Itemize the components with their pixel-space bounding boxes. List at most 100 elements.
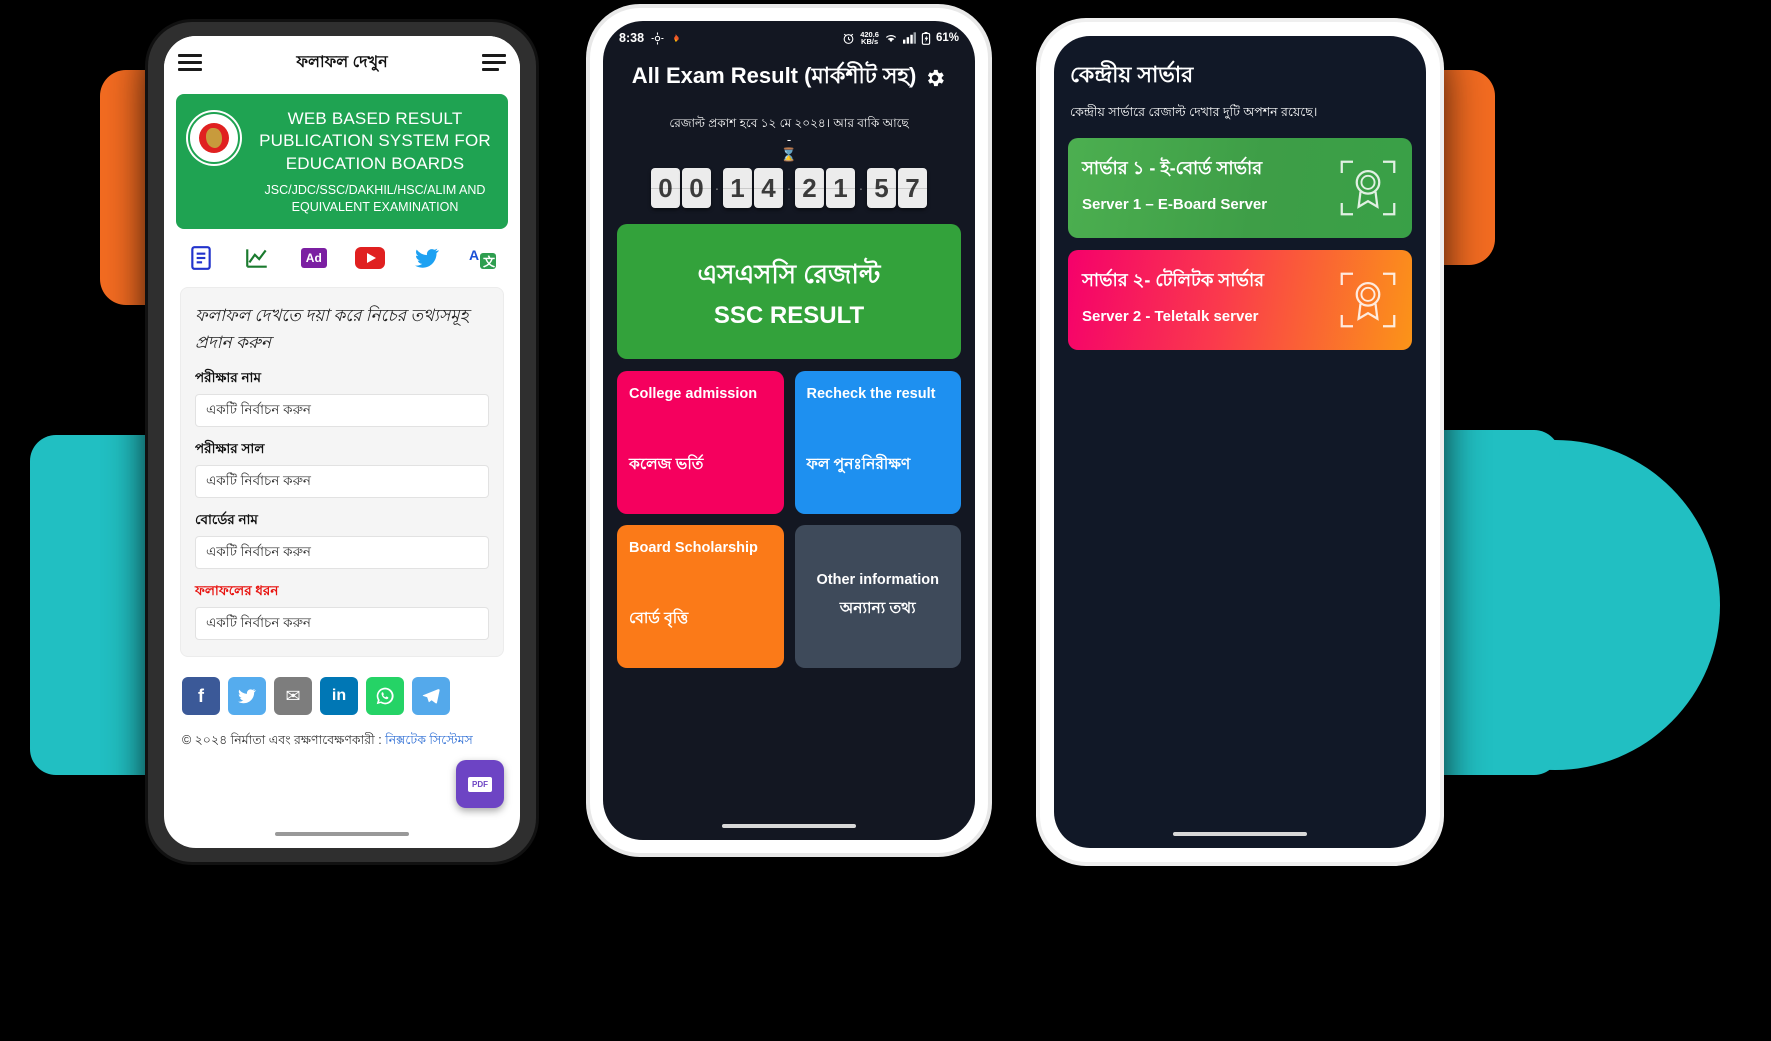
hamburger-menu-icon[interactable] (178, 53, 202, 71)
field-label: পরীক্ষার নাম (195, 370, 261, 386)
phone3-title: কেন্দ্রীয় সার্ভার (1070, 62, 1194, 87)
ad-icon[interactable]: Ad (299, 243, 329, 273)
hourglass-icon: ⌛ (780, 147, 798, 162)
gear-icon[interactable] (924, 67, 946, 89)
svg-text:文: 文 (483, 254, 496, 269)
tile-label-bn: কলেজ ভর্তি (629, 456, 704, 473)
youtube-icon[interactable] (355, 243, 386, 273)
countdown-digit: 7 (898, 168, 927, 208)
status-time: 8:38 (619, 31, 645, 45)
home-indicator (275, 832, 409, 836)
page-title: ফলাফল দেখুন (296, 53, 388, 71)
countdown-separator: · (714, 180, 720, 196)
social-share-row: f ✉ in (164, 657, 520, 716)
central-server-header: কেন্দ্রীয় সার্ভার কেন্দ্রীয় সার্ভারে র… (1054, 36, 1426, 124)
countdown-digit: 5 (867, 168, 896, 208)
form-field-board-name: বোর্ডের নাম একটি নির্বাচন করুন (195, 509, 489, 570)
telegram-share-button[interactable] (412, 677, 450, 716)
ad-icon-label: Ad (300, 247, 327, 268)
home-indicator (722, 824, 856, 828)
android-settings-icon (651, 32, 664, 44)
countdown-flip-clock: 0 0 · 1 4 · 2 1 · 5 7 (603, 163, 975, 208)
tile-label-bn: বোর্ড বৃত্তি (629, 610, 689, 627)
phone-1-screen: ফলাফল দেখুন WEB BASED RESULT PUBLICATION… (164, 36, 520, 848)
result-system-banner: WEB BASED RESULT PUBLICATION SYSTEM FOR … (176, 94, 508, 229)
battery-percent: 61% (935, 32, 959, 44)
countdown-digit: 4 (754, 168, 783, 208)
facebook-share-button[interactable]: f (182, 677, 220, 716)
tile-label-bn: অন্যান্য তথ্য (839, 599, 916, 617)
server-card-eboard[interactable]: সার্ভার ১ - ই-বোর্ড সার্ভার Server 1 – E… (1068, 138, 1412, 238)
phone-3-screen: কেন্দ্রীয় সার্ভার কেন্দ্রীয় সার্ভারে র… (1054, 36, 1426, 848)
award-badge-icon (1338, 270, 1398, 330)
hamburger-menu-right-icon[interactable] (482, 53, 506, 71)
ssc-result-en: SSC RESULT (713, 301, 865, 329)
phone2-app-title-row: All Exam Result (মার্কশীট সহ) (603, 51, 975, 96)
bangladesh-govt-emblem-icon (186, 110, 242, 166)
network-speed-indicator: 420.6 KB/s (860, 30, 879, 46)
countdown-digit: 1 (723, 168, 752, 208)
ssc-result-bn: এসএসসি রেজাল্ট (697, 258, 881, 289)
alarm-clock-icon (843, 33, 854, 44)
home-indicator (1173, 832, 1307, 836)
hero-section: এসএসসি রেজাল্ট SSC RESULT (603, 208, 975, 359)
countdown-digit: 2 (795, 168, 824, 208)
svg-text:A: A (469, 247, 479, 263)
server-options-list: সার্ভার ১ - ই-বোর্ড সার্ভার Server 1 – E… (1054, 124, 1426, 350)
ssc-result-button[interactable]: এসএসসি রেজাল্ট SSC RESULT (617, 224, 961, 359)
tile-recheck-result[interactable]: Recheck the result ফল পুনঃনিরীক্ষণ (794, 371, 961, 514)
countdown-notice: রেজাল্ট প্রকাশ হবে ১২ মে ২০২৪। আর বাকি আ… (669, 116, 909, 130)
result-form-card: ফলাফল দেখতে দয়া করে নিচের তথ্যসমূহ প্রদ… (180, 286, 504, 658)
countdown-digit: 1 (826, 168, 855, 208)
whatsapp-share-button[interactable] (366, 677, 404, 716)
form-lead-text: ফলাফল দেখতে দয়া করে নিচের তথ্যসমূহ প্রদ… (195, 305, 469, 352)
phone3-subtitle: কেন্দ্রীয় সার্ভারে রেজাল্ট দেখার দুটি অ… (1070, 105, 1318, 119)
pdf-label: PDF (468, 776, 492, 792)
form-field-exam-year: পরীক্ষার সাল একটি নির্বাচন করুন (195, 438, 489, 499)
email-share-button[interactable]: ✉ (274, 677, 312, 716)
battery-icon (921, 31, 931, 45)
tile-label-en: Board Scholarship (629, 540, 758, 556)
status-bar: 8:38 420.6 KB/s 61% (603, 21, 975, 51)
form-field-exam-name: পরীক্ষার নাম একটি নির্বাচন করুন (195, 367, 489, 428)
option-tiles-grid: College admission কলেজ ভর্তি Recheck the… (603, 359, 975, 668)
board-name-select[interactable]: একটি নির্বাচন করুন (195, 536, 489, 570)
pdf-download-button[interactable]: PDF (456, 760, 504, 808)
banner-subtitle: JSC/JDC/SSC/DAKHIL/HSC/ALIM AND EQUIVALE… (264, 183, 486, 214)
tile-label-en: Recheck the result (806, 386, 936, 402)
tile-label-en: Other information (816, 572, 939, 589)
countdown-digit: 0 (651, 168, 680, 208)
phone-2-frame: 8:38 420.6 KB/s 61% All Exam Result (মার… (590, 8, 988, 853)
exam-name-select[interactable]: একটি নির্বাচন করুন (195, 394, 489, 428)
twitter-share-button[interactable] (228, 677, 266, 716)
net-speed-unit: KB/s (861, 37, 879, 46)
translate-icon[interactable]: A 文 (468, 243, 498, 273)
flame-icon (674, 33, 679, 42)
field-label-required: ফলাফলের ধরন (195, 583, 279, 599)
award-badge-icon (1338, 158, 1398, 218)
phone-3-frame: কেন্দ্রীয় সার্ভার কেন্দ্রীয় সার্ভারে র… (1040, 22, 1440, 862)
server-card-teletalk[interactable]: সার্ভার ২- টেলিটক সার্ভার Server 2 - Tel… (1068, 250, 1412, 350)
linkedin-share-button[interactable]: in (320, 677, 358, 716)
tile-board-scholarship[interactable]: Board Scholarship বোর্ড বৃত্তি (617, 525, 784, 668)
result-list-icon[interactable] (186, 243, 216, 273)
countdown-separator: · (858, 180, 864, 196)
exam-year-select[interactable]: একটি নির্বাচন করুন (195, 465, 489, 499)
phone1-appbar: ফলাফল দেখুন (164, 36, 520, 88)
banner-title: WEB BASED RESULT PUBLICATION SYSTEM FOR … (259, 109, 491, 173)
phone-1-frame: ফলাফল দেখুন WEB BASED RESULT PUBLICATION… (148, 22, 536, 862)
twitter-icon[interactable] (412, 243, 442, 273)
tile-college-admission[interactable]: College admission কলেজ ভর্তি (617, 371, 784, 514)
app-title: All Exam Result (মার্কশীট সহ) (631, 63, 917, 88)
statistics-chart-icon[interactable] (242, 243, 272, 273)
tile-label-en: College admission (629, 386, 758, 402)
result-type-select[interactable]: একটি নির্বাচন করুন (195, 607, 489, 641)
countdown-separator: · (786, 180, 792, 196)
field-label: বোর্ডের নাম (195, 512, 258, 528)
form-field-result-type: ফলাফলের ধরন একটি নির্বাচন করুন (195, 580, 489, 641)
footer-link[interactable]: নিক্সটেক সিস্টেমস (385, 733, 473, 747)
countdown-digit: 0 (682, 168, 711, 208)
tile-other-information[interactable]: Other information অন্যান্য তথ্য (794, 525, 961, 668)
footer-text: © ২০২৪ নির্মাতা এবং রক্ষণাবেক্ষণকারী : (182, 733, 386, 748)
tile-label-bn: ফল পুনঃনিরীক্ষণ (806, 456, 911, 473)
